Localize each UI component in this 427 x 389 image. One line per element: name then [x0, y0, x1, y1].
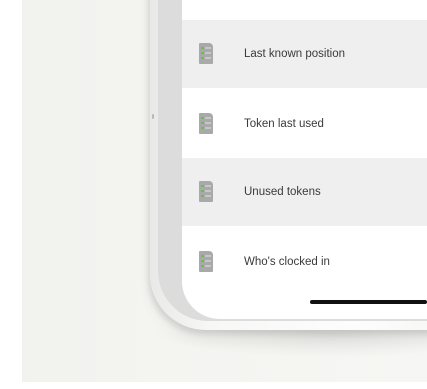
mockup-stage: Last known position Token last used Unus…: [0, 0, 427, 389]
page-margin-bottom: [0, 382, 427, 389]
document-list-icon: [199, 251, 213, 272]
list-item-label: Last known position: [244, 48, 346, 60]
phone-screen: Last known position Token last used Unus…: [182, 0, 427, 319]
list-item-label: Who's clocked in: [244, 256, 330, 268]
page-margin-left: [0, 0, 22, 389]
list-item-whos-clocked-in[interactable]: Who's clocked in: [182, 228, 427, 296]
list-item-unused-tokens[interactable]: Unused tokens: [182, 158, 427, 226]
list-item-last-known-position[interactable]: Last known position: [182, 20, 427, 88]
document-list-icon: [199, 43, 213, 64]
document-list-icon: [199, 181, 213, 202]
document-list-icon: [199, 113, 213, 134]
phone-side-button: [152, 114, 154, 119]
home-indicator[interactable]: [310, 300, 427, 304]
list-item-label: Unused tokens: [244, 186, 321, 198]
list-item-token-last-used[interactable]: Token last used: [182, 90, 427, 158]
list-item-label: Token last used: [244, 118, 324, 130]
list-item-partial: [182, 0, 427, 20]
